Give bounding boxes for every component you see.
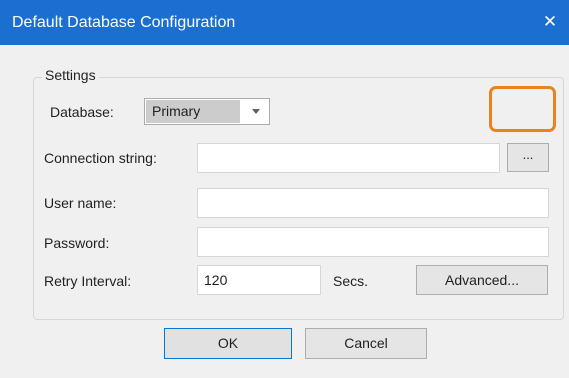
password-field[interactable] [197, 227, 549, 257]
password-label: Password: [44, 235, 110, 251]
connection-string-label: Connection string: [44, 150, 157, 166]
close-icon[interactable]: ✕ [539, 12, 561, 32]
cancel-button[interactable]: Cancel [305, 328, 427, 359]
dialog-body: Settings Database: Primary Connection st… [0, 45, 569, 378]
browse-button[interactable]: ... [507, 143, 549, 172]
title-bar: Default Database Configuration ✕ [0, 0, 569, 45]
highlight-annotation [489, 86, 556, 132]
advanced-button[interactable]: Advanced... [416, 265, 548, 295]
settings-group-label: Settings [42, 67, 99, 83]
window-title: Default Database Configuration [12, 14, 236, 31]
username-field[interactable] [197, 188, 549, 218]
database-selected-value: Primary [146, 100, 240, 123]
retry-interval-field[interactable]: 120 [197, 265, 321, 295]
retry-interval-label: Retry Interval: [44, 273, 132, 289]
connection-string-field[interactable] [197, 143, 500, 173]
ok-button[interactable]: OK [164, 328, 292, 359]
database-label: Database: [50, 104, 114, 120]
secs-label: Secs. [333, 273, 369, 289]
database-dropdown[interactable]: Primary [144, 98, 270, 125]
chevron-down-icon [252, 109, 260, 114]
username-label: User name: [44, 195, 117, 211]
